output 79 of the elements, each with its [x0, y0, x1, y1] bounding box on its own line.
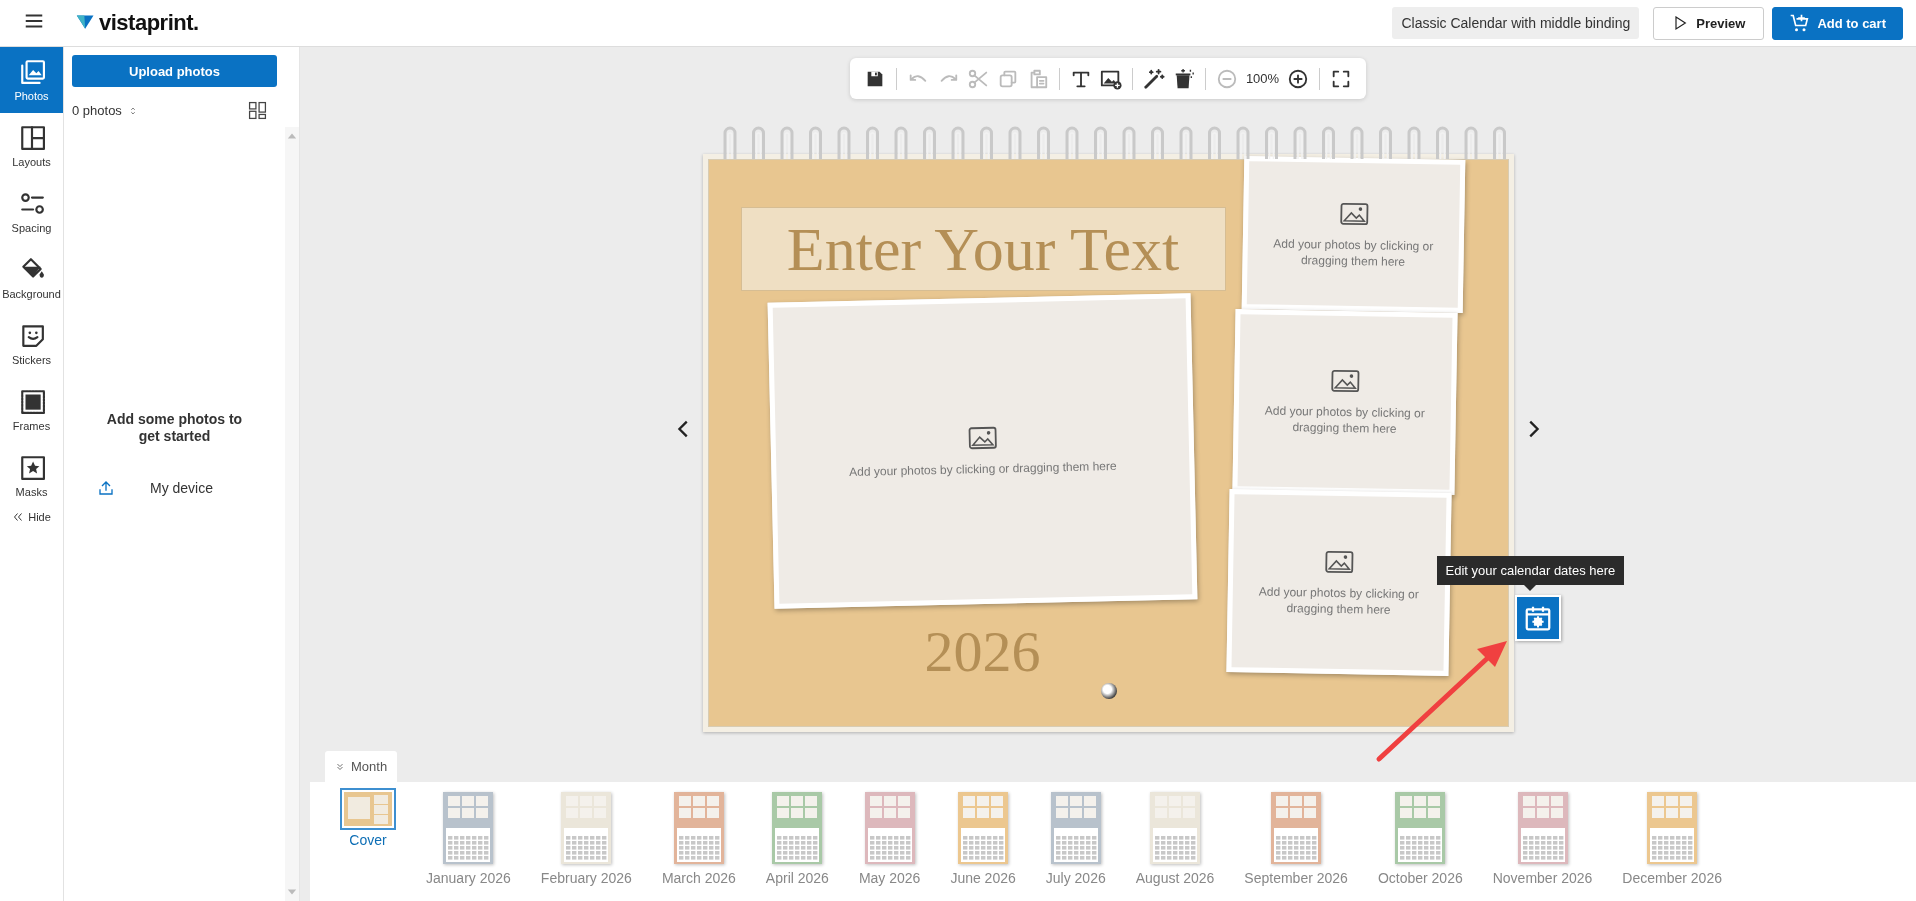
page-thumbnail-item[interactable]: March 2026	[661, 788, 736, 886]
logo-text[interactable]: vistaprint.	[99, 10, 199, 36]
calendar-settings-button[interactable]	[1514, 595, 1561, 641]
upload-icon	[98, 479, 114, 497]
image-icon	[1323, 548, 1355, 575]
month-thumbnail	[1395, 792, 1446, 864]
zoom-out-icon	[1215, 67, 1238, 90]
placeholder-text: Add your photos by clicking or dragging them here	[848, 457, 1117, 481]
photo-placeholder[interactable]: Add your photos by clicking or dragging them here	[1231, 309, 1458, 495]
month-thumbnail	[1517, 792, 1568, 864]
month-thumbnail	[1150, 792, 1201, 864]
grid-view-icon	[248, 101, 267, 120]
month-thumbnail	[1647, 792, 1698, 864]
title-text-field[interactable]: Enter Your Text	[740, 207, 1226, 291]
sidebar-tab[interactable]: Photos	[0, 47, 63, 113]
month-thumbnail	[1050, 792, 1101, 864]
page-thumbnail-item[interactable]: October 2026	[1377, 788, 1463, 886]
photo-count-sort[interactable]: 0 photos	[72, 103, 138, 118]
photo-placeholder[interactable]: Add your photos by clicking or dragging them here	[767, 293, 1197, 609]
mask-icon	[18, 454, 45, 480]
month-thumbnail	[561, 792, 612, 864]
zoom-in-button[interactable]	[1287, 67, 1310, 90]
month-thumbnail	[772, 792, 823, 864]
page-thumbnail-item[interactable]: February 2026	[540, 788, 632, 886]
placeholder-text: Add your photos by clicking or dragging them here	[1271, 235, 1434, 271]
scroll-up-icon	[286, 131, 298, 141]
page-thumbnail-item[interactable]: June 2026	[950, 788, 1016, 886]
cart-icon	[1789, 13, 1810, 33]
sidebar-tab[interactable]: Masks	[0, 443, 63, 509]
page-thumbnail-item[interactable]: April 2026	[765, 788, 829, 886]
frame-icon	[18, 388, 45, 414]
upload-photos-button[interactable]: Upload photos	[72, 55, 277, 87]
sidebar-tab[interactable]: Background	[0, 245, 63, 311]
page-thumbnail-item[interactable]: December 2026	[1622, 788, 1722, 886]
placeholder-text: Add your photos by clicking or dragging them here	[1263, 402, 1426, 438]
page-thumbnail-item[interactable]: July 2026	[1045, 788, 1106, 886]
scroll-down-icon	[286, 887, 298, 897]
month-thumbnail	[673, 792, 724, 864]
image-icon	[966, 424, 997, 452]
double-chevron-icon	[12, 511, 25, 523]
zoom-in-icon	[1287, 67, 1310, 90]
spacing-icon	[18, 190, 45, 216]
month-thumbnail	[864, 792, 915, 864]
double-chevron-icon	[335, 761, 345, 772]
page-thumbnail-item[interactable]: January 2026	[426, 788, 511, 886]
photo-placeholder[interactable]: Add your photos by clicking or dragging them here	[1241, 156, 1465, 313]
image-icon	[1329, 367, 1361, 395]
page-thumbnail-item[interactable]: November 2026	[1492, 788, 1593, 886]
magic-wand-button[interactable]	[1142, 67, 1165, 90]
layout-icon	[18, 124, 45, 150]
add-to-cart-button[interactable]: Add to cart	[1772, 6, 1903, 40]
my-device-option[interactable]: My device	[98, 479, 277, 497]
month-thumbnail	[1271, 792, 1322, 864]
cover-thumbnail	[344, 792, 392, 826]
placeholder-text: Add your photos by clicking or dragging them here	[1257, 583, 1420, 619]
tooltip-pointer-icon	[1524, 585, 1537, 591]
hanger-hole	[1100, 683, 1117, 699]
sidebar-tab[interactable]: Frames	[0, 377, 63, 443]
page-thumbnail-item[interactable]: August 2026	[1135, 788, 1215, 886]
month-thumbnail	[443, 792, 494, 864]
image-icon	[1338, 200, 1369, 227]
photos-icon	[18, 58, 45, 84]
product-name: Classic Calendar with middle binding	[1392, 7, 1640, 39]
page-thumbnail-item[interactable]: September 2026	[1244, 788, 1348, 886]
empty-message: Add some photos to get started	[105, 411, 244, 445]
preview-button[interactable]: Preview	[1653, 6, 1765, 40]
sidebar-tab[interactable]: Stickers	[0, 311, 63, 377]
sidebar-tab[interactable]: Spacing	[0, 179, 63, 245]
scissors-icon	[966, 67, 989, 90]
tooltip: Edit your calendar dates here	[1436, 556, 1625, 585]
month-thumbnail	[958, 792, 1009, 864]
calendar-year: 2026	[923, 618, 1042, 685]
page-thumbnail-item[interactable]: May 2026	[858, 788, 921, 886]
sidebar-tab[interactable]: Layouts	[0, 113, 63, 179]
hide-button[interactable]: Hide	[0, 511, 63, 523]
play-icon	[1672, 15, 1689, 31]
month-tab[interactable]: Month	[325, 751, 398, 782]
magic-wand-icon	[1142, 67, 1165, 90]
zoom-level: 100%	[1245, 71, 1280, 86]
